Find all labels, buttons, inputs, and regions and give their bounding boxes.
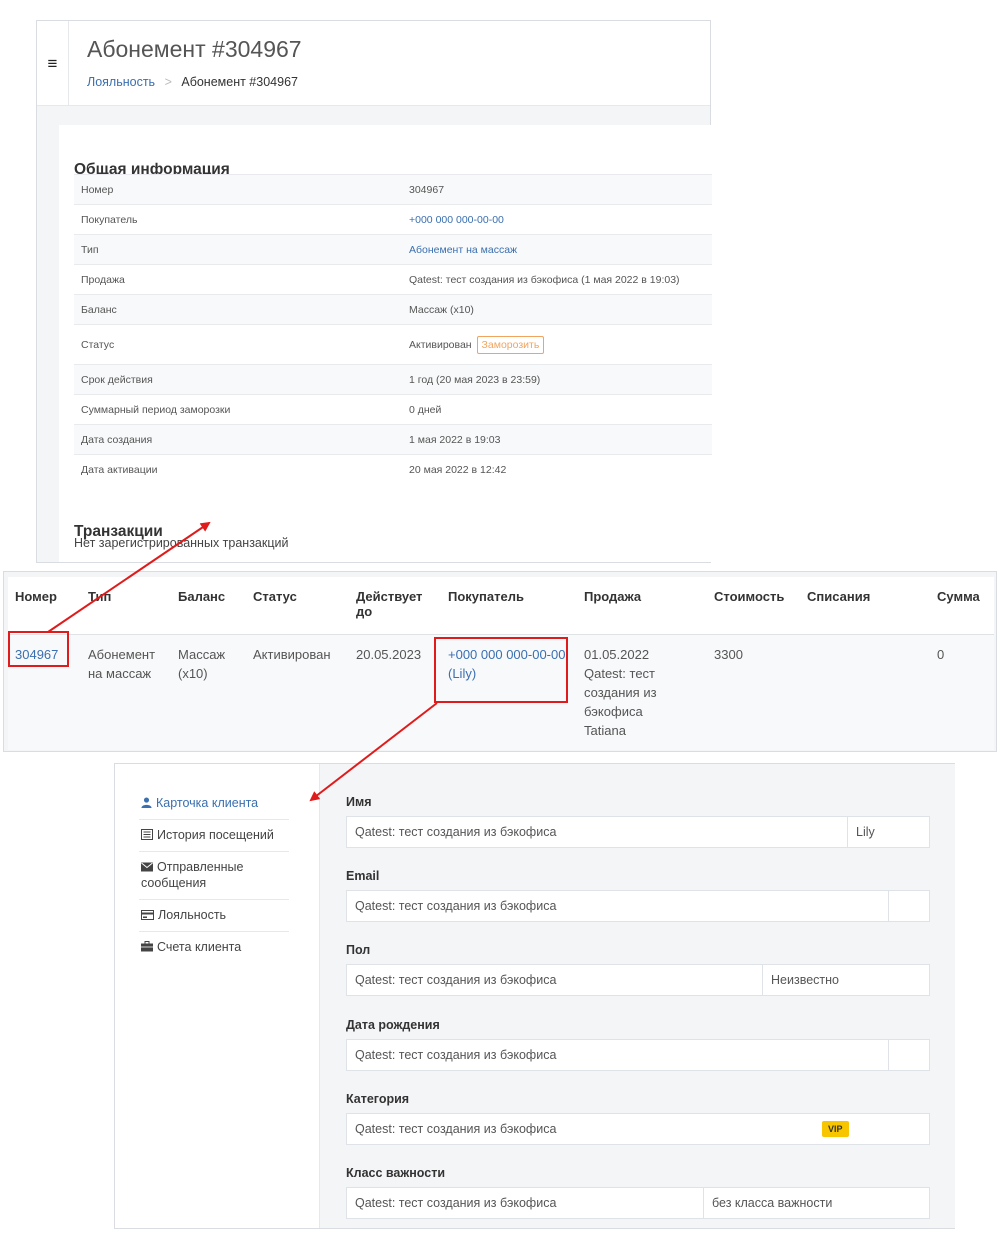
annotation-arrows: [47, 521, 438, 802]
arrow-to-subscription: [47, 521, 211, 633]
arrow-to-client-card: [309, 702, 438, 802]
